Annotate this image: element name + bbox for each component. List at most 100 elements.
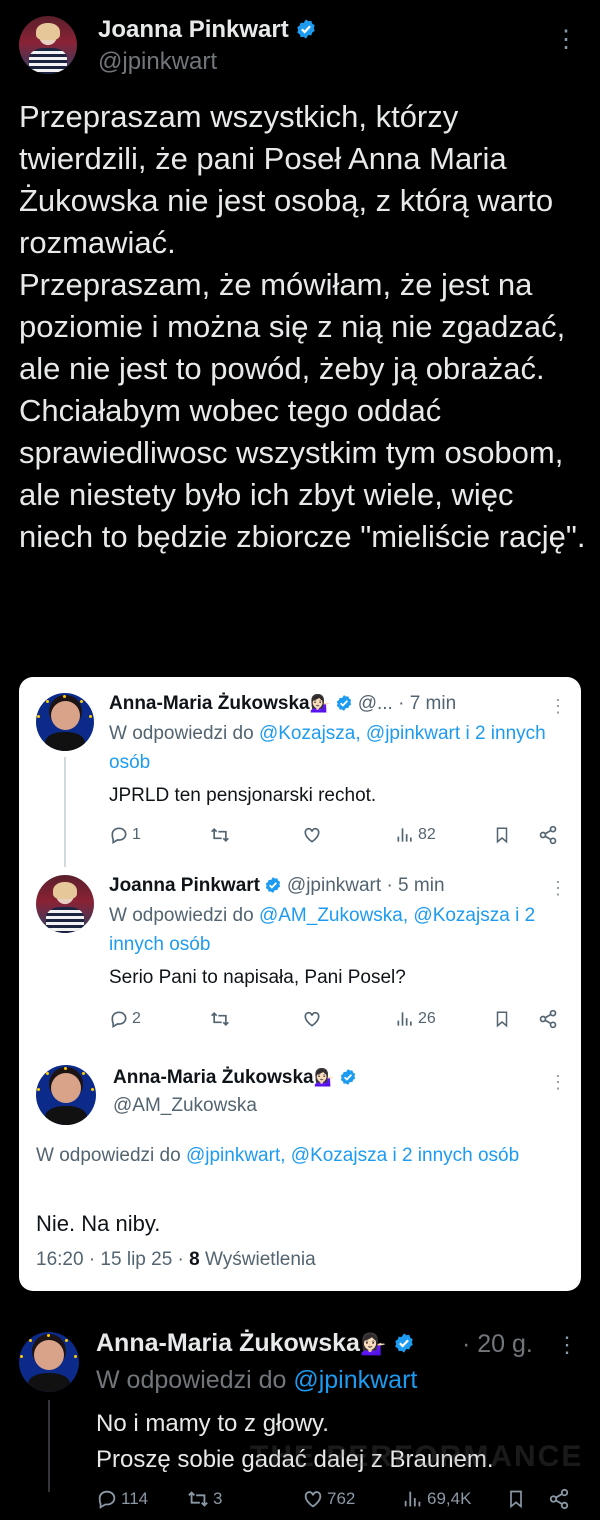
reply-context: W odpowiedzi do @jpinkwart, @Kozajsza i … <box>36 1141 566 1170</box>
verified-badge-icon <box>393 1332 415 1354</box>
tweet-line: No i mamy to z głowy. <box>96 1410 329 1437</box>
main-tweet-header: Joanna Pinkwart @jpinkwart ⋮ <box>0 0 600 90</box>
views-count: 26 <box>418 1010 436 1027</box>
emoji: 💁🏻‍♀️ <box>359 1333 387 1356</box>
author-name[interactable]: Anna-Maria Żukowska <box>113 1067 314 1088</box>
reply-context: W odpowiedzi do @AM_Zukowska, @Kozajsza … <box>109 901 559 959</box>
tweet-actions: 1 82 <box>109 823 559 847</box>
verified-badge-icon <box>295 18 317 40</box>
more-icon[interactable]: ⋮ <box>549 1073 567 1091</box>
avatar[interactable] <box>36 693 94 751</box>
tweet-header: Joanna Pinkwart @jpinkwart · 5 min <box>109 875 445 897</box>
thread-line <box>48 1400 50 1492</box>
views-count: 8 <box>189 1249 200 1270</box>
author-name[interactable]: Anna-Maria Żukowska <box>109 693 310 714</box>
tweet-paragraph: Przepraszam, że mówiłam, że jest na pozi… <box>19 267 566 386</box>
tweet-actions: 2 26 <box>109 1007 559 1031</box>
avatar[interactable] <box>36 1065 96 1125</box>
thread-tweet-2[interactable]: Joanna Pinkwart @jpinkwart · 5 min ⋮ W o… <box>19 859 581 1045</box>
tweet-actions: 114 3 762 69,4K <box>96 1486 576 1512</box>
share-button[interactable] <box>548 1488 570 1510</box>
reply-icon <box>98 1490 116 1509</box>
views-icon <box>397 828 412 842</box>
bookmark-icon <box>496 827 508 844</box>
more-icon[interactable]: ⋮ <box>549 697 567 715</box>
more-icon[interactable]: ⋮ <box>556 1334 578 1356</box>
reply-target-link[interactable]: @jpinkwart <box>293 1366 417 1394</box>
avatar[interactable] <box>19 16 77 74</box>
like-button[interactable] <box>301 1009 323 1029</box>
like-icon <box>304 1491 322 1508</box>
bookmark-button[interactable] <box>506 1488 526 1510</box>
share-icon <box>549 1488 569 1510</box>
reply-prefix: W odpowiedzi do <box>36 1145 186 1166</box>
views-icon <box>397 1012 412 1026</box>
like-count: 762 <box>327 1489 356 1508</box>
views-button[interactable]: 82 <box>395 825 436 845</box>
more-icon[interactable]: ⋮ <box>549 879 567 897</box>
tweet-time[interactable]: · 20 g. <box>462 1330 533 1359</box>
author-name[interactable]: Joanna Pinkwart <box>109 875 260 896</box>
reply-count: 1 <box>132 826 141 843</box>
share-button[interactable] <box>537 825 559 845</box>
like-icon <box>304 827 320 843</box>
thread-line <box>64 757 66 867</box>
views-button[interactable]: 26 <box>395 1009 436 1029</box>
views-icon <box>404 1491 421 1507</box>
handle-time: @... · 7 min <box>357 693 457 714</box>
reply-tweet[interactable]: Anna-Maria Żukowska💁🏻‍♀️ · 20 g. ⋮ W odp… <box>0 1316 600 1520</box>
verified-badge-icon <box>335 694 353 712</box>
tweet-header: Anna-Maria Żukowska💁🏻‍♀️ <box>113 1067 357 1089</box>
share-button[interactable] <box>537 1009 559 1029</box>
reply-context: W odpowiedzi do @Kozajsza, @jpinkwart i … <box>109 719 559 777</box>
like-button[interactable] <box>301 825 323 845</box>
reply-button[interactable]: 1 <box>109 825 141 845</box>
author-handle[interactable]: @AM_Zukowska <box>113 1095 257 1117</box>
reply-prefix: W odpowiedzi do <box>96 1366 294 1394</box>
tweet-text: Serio Pani to napisała, Pani Posel? <box>109 967 406 988</box>
tweet-text: Przepraszam wszystkich, którzy twierdzil… <box>19 96 589 558</box>
tweet-paragraph: Chciałabym wobec tego oddać sprawiedliwo… <box>19 393 586 554</box>
avatar[interactable] <box>19 1332 79 1392</box>
more-icon[interactable]: ⋮ <box>554 28 578 52</box>
reply-targets-link[interactable]: @jpinkwart, @Kozajsza i 2 innych osób <box>186 1145 519 1166</box>
author-name[interactable]: Joanna Pinkwart <box>98 16 317 44</box>
verified-badge-icon <box>339 1068 357 1086</box>
watermark: THE PERFORMANCE <box>250 1440 584 1473</box>
reply-button[interactable]: 114 <box>96 1488 148 1510</box>
author-handle[interactable]: @jpinkwart <box>98 48 217 76</box>
views-count: 82 <box>418 826 436 843</box>
author-name[interactable]: Anna-Maria Żukowska <box>96 1329 360 1357</box>
thread-tweet-1[interactable]: Anna-Maria Żukowska💁🏻‍♀️ @... · 7 min ⋮ … <box>19 677 581 867</box>
tweet-header: Anna-Maria Żukowska💁🏻‍♀️ @... · 7 min <box>109 693 456 715</box>
reply-icon <box>111 827 127 844</box>
author-name-text[interactable]: Joanna Pinkwart <box>98 16 289 43</box>
repost-button[interactable]: 3 <box>186 1488 222 1510</box>
repost-button[interactable] <box>209 1009 231 1029</box>
share-icon <box>539 1009 557 1029</box>
avatar[interactable] <box>36 875 94 933</box>
emoji: 💁🏻‍♀️ <box>309 694 331 713</box>
thread-tweet-3[interactable]: Anna-Maria Żukowska💁🏻‍♀️ @AM_Zukowska ⋮ … <box>19 1045 581 1291</box>
tweet-meta: 16:20 · 15 lip 25 · 8 Wyświetlenia <box>36 1249 316 1271</box>
repost-icon <box>211 1011 229 1027</box>
repost-count: 3 <box>213 1489 223 1508</box>
timestamp[interactable]: 16:20 · 15 lip 25 · <box>36 1249 189 1270</box>
verified-badge-icon <box>264 876 282 894</box>
tweet-text: JPRLD ten pensjonarski rechot. <box>109 785 377 806</box>
tweet-paragraph: Przepraszam wszystkich, którzy twierdzil… <box>19 99 554 260</box>
tweet-header: Anna-Maria Żukowska💁🏻‍♀️ <box>96 1329 415 1358</box>
views-count: 69,4K <box>427 1489 472 1508</box>
repost-button[interactable] <box>209 825 231 845</box>
bookmark-button[interactable] <box>493 1009 511 1029</box>
reply-button[interactable]: 2 <box>109 1009 141 1029</box>
reply-prefix: W odpowiedzi do <box>109 723 259 744</box>
bookmark-icon <box>496 1011 508 1028</box>
bookmark-button[interactable] <box>493 825 511 845</box>
reply-context: W odpowiedzi do @jpinkwart <box>96 1366 417 1395</box>
like-button[interactable]: 762 <box>302 1488 355 1510</box>
share-icon <box>539 825 557 845</box>
emoji: 💁🏻‍♀️ <box>313 1068 335 1087</box>
bookmark-icon <box>510 1490 522 1509</box>
views-button[interactable]: 69,4K <box>402 1488 471 1510</box>
